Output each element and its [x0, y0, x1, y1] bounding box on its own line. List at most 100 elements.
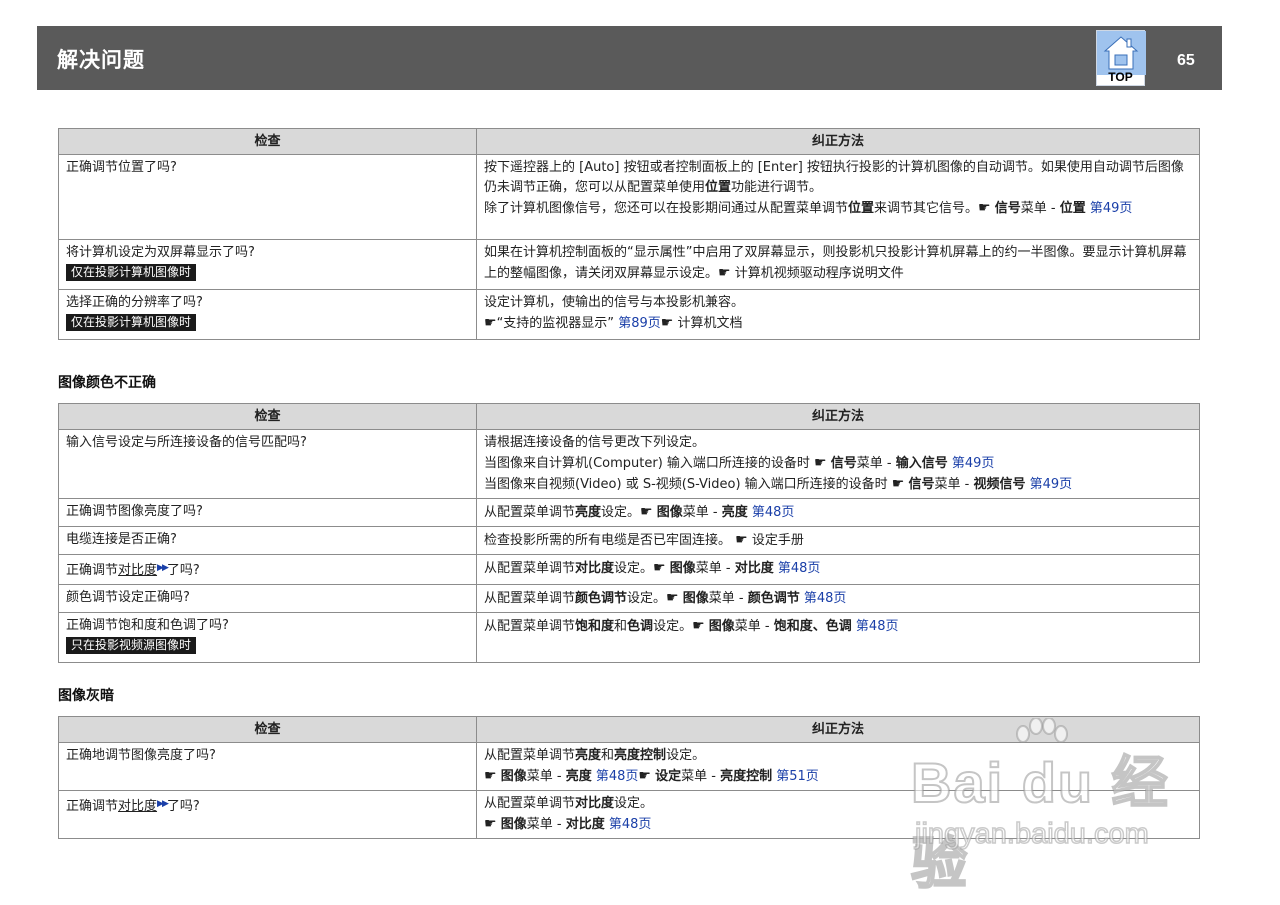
top-label: TOP	[1108, 70, 1133, 84]
page-number: 65	[1177, 52, 1195, 69]
page-link[interactable]: 第48页	[609, 817, 652, 832]
fix-line: 当图像来自视频(Video) 或 S-视频(S-Video) 输入端口所连接的设…	[484, 476, 1073, 492]
fix-line: 除了计算机图像信号，您还可以在投影期间通过从配置菜单调节位置来调节其它信号。☛ …	[484, 200, 1133, 216]
col-header-fix: 纠正方法	[476, 403, 1200, 430]
condition-badge: 仅在投影计算机图像时	[66, 264, 197, 281]
glossary-arrow-icon: ▶▶	[157, 563, 169, 573]
page-link[interactable]: 第48页	[856, 619, 899, 634]
glossary-link-contrast[interactable]: 对比度	[118, 563, 157, 578]
check-cell: 正确调节对比度▶▶了吗?	[58, 790, 477, 839]
home-top-icon	[1097, 31, 1146, 75]
troubleshoot-table-dim: 检查 纠正方法 正确地调节图像亮度了吗? 从配置菜单调节亮度和亮度控制设定。 ☛…	[58, 716, 1200, 839]
pointing-hand-icon: ☛	[891, 476, 905, 492]
table-row: 输入信号设定与所连接设备的信号匹配吗? 请根据连接设备的信号更改下列设定。 当图…	[58, 429, 1200, 499]
col-header-check: 检查	[58, 716, 477, 743]
table-row: 选择正确的分辨率了吗? 仅在投影计算机图像时 设定计算机，使输出的信号与本投影机…	[58, 289, 1200, 340]
check-cell: 正确地调节图像亮度了吗?	[58, 742, 477, 791]
page-link[interactable]: 第49页	[1090, 201, 1133, 216]
check-text: 将计算机设定为双屏幕显示了吗?	[66, 245, 255, 260]
fix-line: 设定计算机，使输出的信号与本投影机兼容。	[484, 295, 745, 310]
pointing-hand-icon: ☛	[638, 768, 651, 784]
table-row: 将计算机设定为双屏幕显示了吗? 仅在投影计算机图像时 如果在计算机控制面板的“显…	[58, 239, 1200, 290]
fix-line: ☛“支持的监视器显示” 第89页☛ 计算机文档	[484, 315, 743, 331]
check-text: 输入信号设定与所连接设备的信号匹配吗?	[66, 435, 307, 450]
page-link[interactable]: 第48页	[752, 505, 795, 520]
check-text: 正确调节位置了吗?	[66, 160, 177, 175]
check-text: 正确调节图像亮度了吗?	[66, 504, 203, 519]
troubleshoot-table-color: 检查 纠正方法 输入信号设定与所连接设备的信号匹配吗? 请根据连接设备的信号更改…	[58, 403, 1200, 663]
table-row: 正确调节位置了吗? 按下遥控器上的 [Auto] 按钮或者控制面板上的 [Ent…	[58, 154, 1200, 240]
reference-text: 设定手册	[751, 533, 804, 548]
page-header: 解决问题 TOP 65	[37, 26, 1222, 90]
page-link[interactable]: 第49页	[952, 456, 995, 471]
pointing-hand-icon: ☛	[735, 532, 748, 548]
fix-cell: 检查投影所需的所有电缆是否已牢固连接。 ☛ 设定手册	[476, 526, 1200, 555]
table-header-row: 检查 纠正方法	[58, 403, 1200, 430]
fix-line: 请根据连接设备的信号更改下列设定。	[484, 435, 706, 450]
col-header-check: 检查	[58, 128, 477, 155]
check-text: 选择正确的分辨率了吗?	[66, 295, 203, 310]
check-cell: 电缆连接是否正确?	[58, 526, 477, 555]
pointing-hand-icon: ☛	[814, 455, 827, 471]
top-button[interactable]: TOP	[1096, 30, 1146, 86]
pointing-hand-icon: ☛	[484, 768, 497, 784]
table-row: 正确调节饱和度和色调了吗? 只在投影视频源图像时 从配置菜单调节饱和度和色调设定…	[58, 612, 1200, 663]
fix-line: 从配置菜单调节对比度设定。	[484, 796, 654, 811]
table-row: 正确调节对比度▶▶了吗? 从配置菜单调节对比度设定。☛ 图像菜单 - 对比度 第…	[58, 554, 1200, 585]
table-row: 正确地调节图像亮度了吗? 从配置菜单调节亮度和亮度控制设定。 ☛ 图像菜单 - …	[58, 742, 1200, 791]
fix-cell: 从配置菜单调节对比度设定。☛ 图像菜单 - 对比度 第48页	[476, 554, 1200, 585]
check-cell: 选择正确的分辨率了吗? 仅在投影计算机图像时	[58, 289, 477, 340]
reference-text: 计算机视频驱动程序说明文件	[734, 266, 904, 281]
fix-cell: 从配置菜单调节亮度和亮度控制设定。 ☛ 图像菜单 - 亮度 第48页☛ 设定菜单…	[476, 742, 1200, 791]
fix-line: 当图像来自计算机(Computer) 输入端口所连接的设备时 ☛ 信号菜单 - …	[484, 455, 995, 471]
glossary-arrow-icon: ▶▶	[157, 799, 169, 809]
fix-line: 按下遥控器上的 [Auto] 按钮或者控制面板上的 [Enter] 按钮执行投影…	[484, 160, 1184, 195]
fix-cell: 从配置菜单调节颜色调节设定。☛ 图像菜单 - 颜色调节 第48页	[476, 584, 1200, 613]
pointing-hand-icon: ☛	[640, 504, 653, 520]
page-link[interactable]: 第48页	[804, 591, 847, 606]
check-cell: 正确调节图像亮度了吗?	[58, 498, 477, 527]
fix-cell: 从配置菜单调节饱和度和色调设定。☛ 图像菜单 - 饱和度、色调 第48页	[476, 612, 1200, 663]
condition-badge: 只在投影视频源图像时	[66, 637, 197, 654]
check-cell: 颜色调节设定正确吗?	[58, 584, 477, 613]
fix-line: 从配置菜单调节亮度和亮度控制设定。	[484, 748, 706, 763]
check-text: 电缆连接是否正确?	[66, 532, 177, 547]
check-text: 颜色调节设定正确吗?	[66, 590, 190, 605]
page-link[interactable]: 第51页	[776, 769, 819, 784]
fix-cell: 从配置菜单调节对比度设定。 ☛ 图像菜单 - 对比度 第48页	[476, 790, 1200, 839]
pointing-hand-icon: ☛	[666, 590, 679, 606]
pointing-hand-icon: ☛	[978, 200, 991, 216]
table-row: 颜色调节设定正确吗? 从配置菜单调节颜色调节设定。☛ 图像菜单 - 颜色调节 第…	[58, 584, 1200, 613]
page-link[interactable]: 第48页	[778, 561, 821, 576]
pointing-hand-icon: ☛	[653, 560, 666, 576]
fix-cell: 从配置菜单调节亮度设定。☛ 图像菜单 - 亮度 第48页	[476, 498, 1200, 527]
section-title: 图像颜色不正确	[58, 375, 156, 391]
troubleshoot-table-position: 检查 纠正方法 正确调节位置了吗? 按下遥控器上的 [Auto] 按钮或者控制面…	[58, 128, 1200, 340]
fix-text: 检查投影所需的所有电缆是否已牢固连接。	[484, 533, 732, 548]
check-cell: 正确调节位置了吗?	[58, 154, 477, 240]
table-row: 电缆连接是否正确? 检查投影所需的所有电缆是否已牢固连接。 ☛ 设定手册	[58, 526, 1200, 555]
fix-line: ☛ 图像菜单 - 亮度 第48页☛ 设定菜单 - 亮度控制 第51页	[484, 768, 819, 784]
pointing-hand-icon: ☛	[718, 265, 731, 281]
table-row: 正确调节对比度▶▶了吗? 从配置菜单调节对比度设定。 ☛ 图像菜单 - 对比度 …	[58, 790, 1200, 839]
fix-cell: 设定计算机，使输出的信号与本投影机兼容。 ☛“支持的监视器显示” 第89页☛ 计…	[476, 289, 1200, 340]
check-text: 正确调节饱和度和色调了吗?	[66, 618, 229, 633]
check-cell: 将计算机设定为双屏幕显示了吗? 仅在投影计算机图像时	[58, 239, 477, 290]
pointing-hand-icon: ☛	[484, 816, 497, 832]
glossary-link-contrast[interactable]: 对比度	[118, 799, 157, 814]
check-text: 正确地调节图像亮度了吗?	[66, 748, 216, 763]
page-title: 解决问题	[57, 48, 145, 72]
col-header-fix: 纠正方法	[476, 128, 1200, 155]
table-row: 正确调节图像亮度了吗? 从配置菜单调节亮度设定。☛ 图像菜单 - 亮度 第48页	[58, 498, 1200, 527]
condition-badge: 仅在投影计算机图像时	[66, 314, 197, 331]
pointing-hand-icon: ☛	[692, 618, 705, 634]
page-link[interactable]: 第48页	[596, 769, 639, 784]
col-header-fix: 纠正方法	[476, 716, 1200, 743]
page-link[interactable]: 第89页	[618, 316, 661, 331]
pointing-hand-icon: ☛	[484, 315, 497, 331]
table-header-row: 检查 纠正方法	[58, 128, 1200, 155]
section-title: 图像灰暗	[58, 688, 114, 704]
col-header-check: 检查	[58, 403, 477, 430]
check-cell: 正确调节对比度▶▶了吗?	[58, 554, 477, 585]
page-link[interactable]: 第49页	[1030, 477, 1073, 492]
